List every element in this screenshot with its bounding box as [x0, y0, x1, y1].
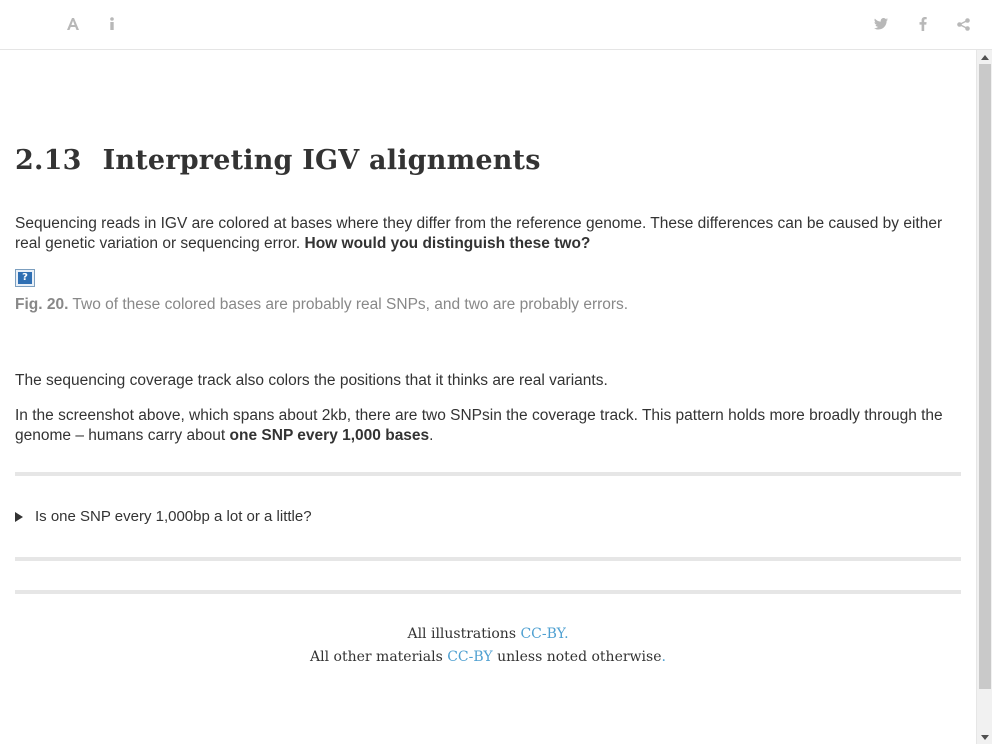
figure-label: Fig. 20. [15, 296, 69, 313]
footer-line1-text: All illustrations [407, 626, 521, 642]
vertical-scrollbar[interactable] [976, 50, 992, 744]
license-footer: All illustrations CC-BY. All other mater… [15, 623, 961, 669]
figure-caption-text: Two of these colored bases are probably … [72, 296, 629, 313]
section-heading: 2.13 Interpreting IGV alignments [15, 145, 541, 176]
section-number: 2.13 [15, 145, 82, 176]
section-title: Interpreting IGV alignments [102, 145, 541, 176]
footer-line-2: All other materials CC-BY unless noted o… [15, 646, 961, 669]
scroll-up-arrow-icon[interactable] [977, 50, 992, 64]
snp-text: In the screenshot above, which spans abo… [15, 407, 943, 444]
facebook-icon[interactable] [913, 14, 933, 34]
footer-line2-text: All other materials [310, 649, 448, 665]
cc-by-link-illustrations[interactable]: CC-BY. [520, 626, 568, 642]
collapsible-question[interactable]: Is one SNP every 1,000bp a lot or a litt… [15, 508, 312, 525]
collapsible-summary[interactable]: Is one SNP every 1,000bp a lot or a litt… [35, 508, 312, 525]
scroll-down-arrow-icon[interactable] [977, 730, 992, 744]
footer-line2-suffix: unless noted otherwise [492, 649, 662, 665]
footer-divider [15, 590, 961, 594]
footer-end-link[interactable]: . [662, 649, 666, 665]
intro-question: How would you distinguish these two? [304, 235, 591, 252]
disclosure-triangle-icon[interactable] [15, 511, 23, 522]
footer-line-1: All illustrations CC-BY. [15, 623, 961, 646]
figure-caption: Fig. 20. Two of these colored bases are p… [15, 296, 628, 314]
scrollbar-thumb[interactable] [979, 64, 991, 689]
broken-image-glyph: ? [18, 272, 32, 284]
intro-paragraph: Sequencing reads in IGV are colored at b… [15, 214, 961, 254]
coverage-paragraph: The sequencing coverage track also color… [15, 372, 608, 389]
broken-image-icon: ? [15, 269, 35, 287]
cc-by-link-materials[interactable]: CC-BY [447, 649, 492, 665]
snp-bold: one SNP every 1,000 bases [229, 427, 430, 444]
book-toolbar [0, 0, 992, 50]
divider-top [15, 472, 961, 476]
share-icon[interactable] [953, 14, 973, 34]
twitter-icon[interactable] [871, 14, 891, 34]
snp-paragraph: In the screenshot above, which spans abo… [15, 406, 961, 446]
snp-end: . [429, 427, 434, 444]
font-settings-icon[interactable] [63, 14, 83, 34]
divider-bottom [15, 557, 961, 561]
info-icon[interactable] [102, 14, 122, 34]
